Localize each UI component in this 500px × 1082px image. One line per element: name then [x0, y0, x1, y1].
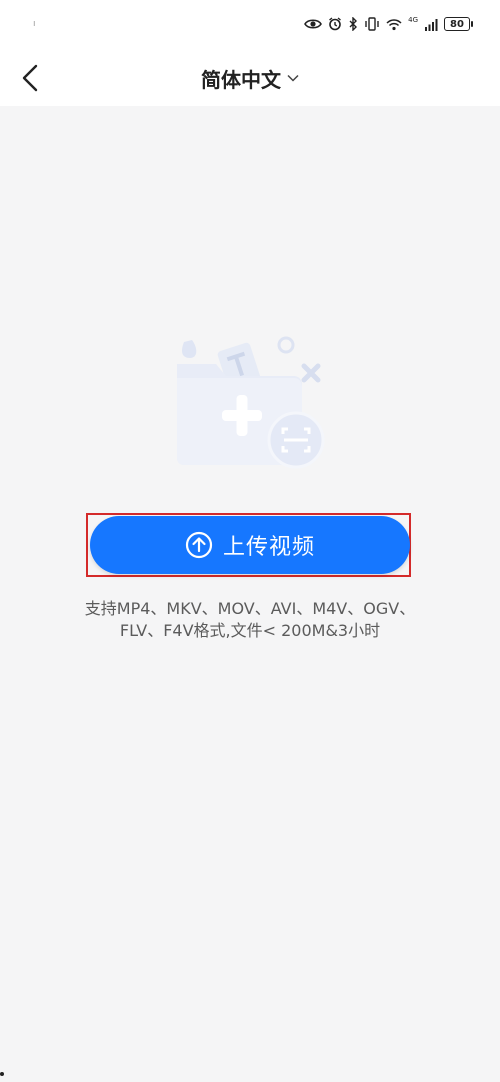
network-type-label: 4G — [408, 15, 418, 24]
page-title: 简体中文 — [201, 67, 281, 92]
status-icons: 4G 80 — [304, 15, 473, 31]
battery-level: 80 — [450, 18, 464, 30]
arrow-up-circle-icon — [185, 531, 213, 559]
eye-icon — [304, 18, 323, 30]
wifi-icon — [386, 18, 402, 31]
upload-button-label: 上传视频 — [222, 535, 315, 560]
signal-icon — [424, 18, 438, 31]
status-left-marker: ı — [33, 19, 36, 29]
alarm-icon — [328, 17, 342, 31]
supported-formats-hint: 支持MP4、MKV、MOV、AVI、M4V、OGV、FLV、F4V格式,文件< … — [84, 599, 416, 640]
status-bar: ı 4G 80 — [0, 0, 500, 50]
bluetooth-icon — [348, 17, 358, 31]
language-selector[interactable]: 简体中文 — [0, 62, 500, 94]
header-bar: 简体中文 — [0, 50, 500, 106]
corner-dot — [0, 1072, 4, 1076]
battery-icon: 80 — [444, 17, 473, 31]
upload-video-button[interactable]: 上传视频 — [90, 516, 410, 574]
add-folder-illustration — [170, 330, 330, 475]
chevron-down-icon — [287, 74, 299, 82]
vibrate-icon — [364, 17, 380, 31]
